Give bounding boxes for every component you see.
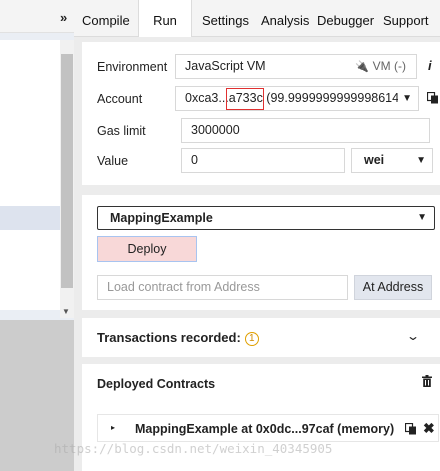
scroll-down-icon[interactable]: ▼ [62, 307, 70, 316]
deploy-card: MappingExample ▼ Deploy Load contract fr… [82, 195, 440, 310]
tab-analysis[interactable]: Analysis [261, 13, 309, 28]
vm-badge: 🔌 VM (-) [355, 55, 406, 79]
chevron-down-icon: ▼ [398, 87, 412, 110]
transactions-label: Transactions recorded: [97, 330, 241, 345]
value-label: Value [97, 154, 129, 168]
trash-icon[interactable] [422, 375, 432, 387]
close-icon[interactable]: ✖ [423, 420, 435, 437]
value-input[interactable]: 0 [181, 148, 345, 173]
chevron-down-icon: ▼ [416, 155, 426, 166]
environment-select[interactable]: JavaScript VM 🔌 VM (-) [175, 54, 417, 79]
environment-value: JavaScript VM [185, 59, 266, 73]
expand-caret-icon[interactable]: ▸ [111, 423, 115, 432]
load-contract-address-input[interactable]: Load contract from Address [97, 275, 348, 300]
scrollbar-thumb[interactable] [61, 54, 73, 288]
gas-limit-input[interactable]: 3000000 [181, 118, 430, 143]
tab-settings[interactable]: Settings [202, 13, 249, 28]
tab-bar: Compile Run Settings Analysis Debugger S… [74, 0, 440, 37]
chevron-down-icon: ▼ [417, 212, 427, 223]
transactions-card[interactable]: Transactions recorded: 1 ⌄ [82, 318, 440, 357]
deployed-contracts-card: Deployed Contracts ▸ MappingExample at 0… [82, 364, 440, 471]
contract-select[interactable]: MappingExample ▼ [97, 206, 435, 230]
copy-icon[interactable] [427, 92, 439, 104]
plug-icon: 🔌 [354, 61, 369, 73]
editor-highlight-row [0, 206, 60, 230]
info-icon[interactable]: i [428, 58, 432, 73]
account-select[interactable]: 0xca3...a733c (99.9999999999998614 ▼ [175, 86, 419, 111]
vm-badge-label: VM (-) [372, 59, 406, 73]
deployed-contracts-title: Deployed Contracts [97, 377, 216, 391]
transactions-recorded: Transactions recorded: 1 [97, 330, 259, 346]
panel-toggle-icon[interactable]: » [60, 10, 67, 25]
editor-content[interactable] [0, 40, 60, 206]
at-address-button[interactable]: At Address [354, 275, 432, 300]
chevron-down-icon[interactable]: ⌄ [406, 329, 420, 343]
transactions-count-badge: 1 [244, 331, 259, 346]
editor-scrollbar[interactable]: ▼ [60, 40, 74, 318]
deployed-instance-label: MappingExample at 0x0dc...97caf (memory) [135, 422, 395, 436]
deployed-instance[interactable]: ▸ MappingExample at 0x0dc...97caf (memor… [97, 414, 439, 442]
account-label: Account [97, 92, 143, 106]
editor-content-lower[interactable] [0, 230, 60, 310]
copy-icon[interactable] [405, 423, 417, 435]
account-value: 0xca3...a733c (99.9999999999998614 [185, 91, 400, 105]
contract-select-value: MappingExample [110, 211, 213, 225]
gas-limit-label: Gas limit [97, 124, 146, 138]
terminal-area [0, 320, 74, 471]
unit-value: wei [364, 153, 385, 167]
tab-compile[interactable]: Compile [82, 13, 130, 28]
tab-debugger[interactable]: Debugger [317, 13, 374, 28]
tab-run[interactable]: Run [138, 0, 192, 37]
tab-support[interactable]: Support [383, 13, 429, 28]
run-panel: Compile Run Settings Analysis Debugger S… [74, 0, 440, 471]
editor-pane: ▼ » [0, 0, 74, 471]
environment-card: Environment JavaScript VM 🔌 VM (-) i Acco… [82, 42, 440, 185]
unit-select[interactable]: wei ▼ [351, 148, 433, 173]
deploy-button[interactable]: Deploy [97, 236, 197, 262]
environment-label: Environment [97, 60, 168, 74]
